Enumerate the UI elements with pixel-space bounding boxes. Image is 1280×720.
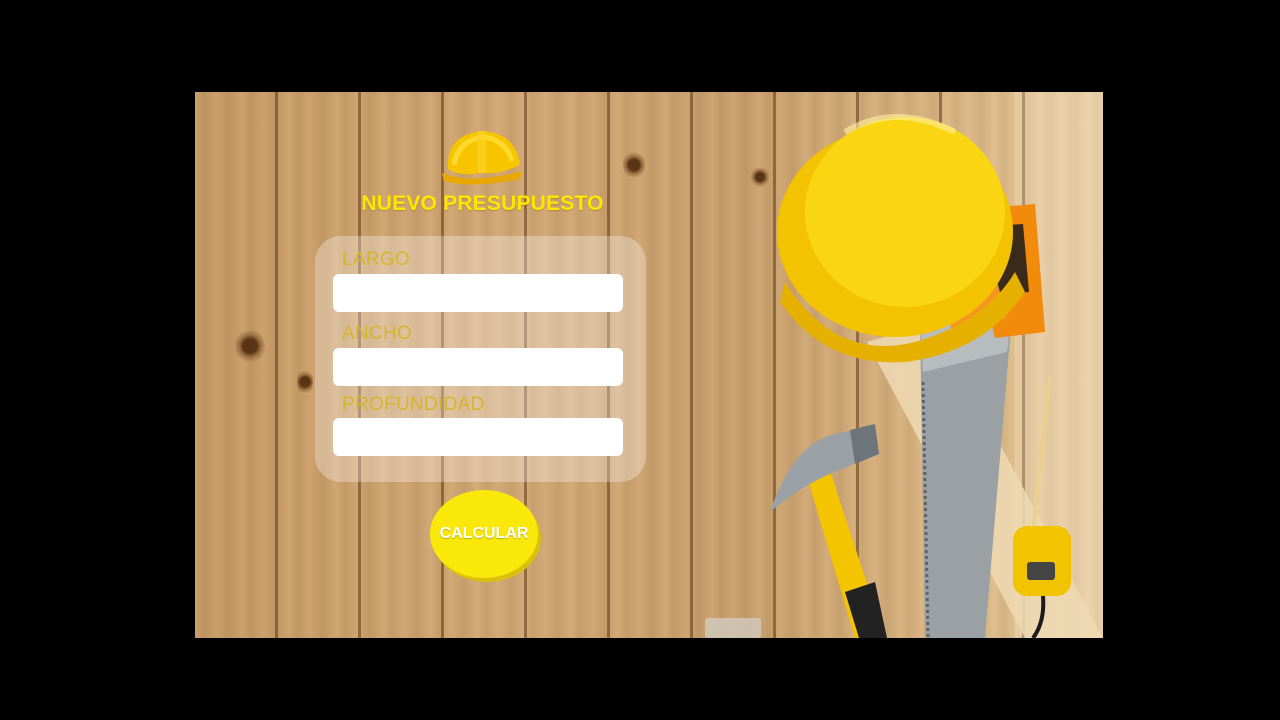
wood-knot xyxy=(623,150,645,180)
calculate-button[interactable]: CALCULAR xyxy=(430,490,538,578)
tape-measure-icon xyxy=(1013,376,1071,638)
wood-knot xyxy=(751,166,769,188)
profundidad-input[interactable] xyxy=(333,418,623,456)
ancho-input[interactable] xyxy=(333,348,623,386)
saw-icon xyxy=(920,204,1045,638)
largo-input[interactable] xyxy=(333,274,623,312)
hammer-icon xyxy=(770,424,887,638)
wood-background: NUEVO PRESUPUESTO LARGO ANCHO PROFUNDIDA… xyxy=(195,92,1103,638)
page-title: NUEVO PRESUPUESTO xyxy=(361,192,604,215)
largo-label: LARGO xyxy=(342,249,411,270)
ancho-label: ANCHO xyxy=(342,323,413,344)
wood-knot xyxy=(235,328,265,364)
measurement-form: LARGO ANCHO PROFUNDIDAD xyxy=(315,236,646,482)
hard-hat-icon xyxy=(442,131,522,185)
profundidad-label: PROFUNDIDAD xyxy=(342,394,485,415)
hard-hat-icon xyxy=(777,114,1025,363)
wood-knot xyxy=(297,368,313,396)
